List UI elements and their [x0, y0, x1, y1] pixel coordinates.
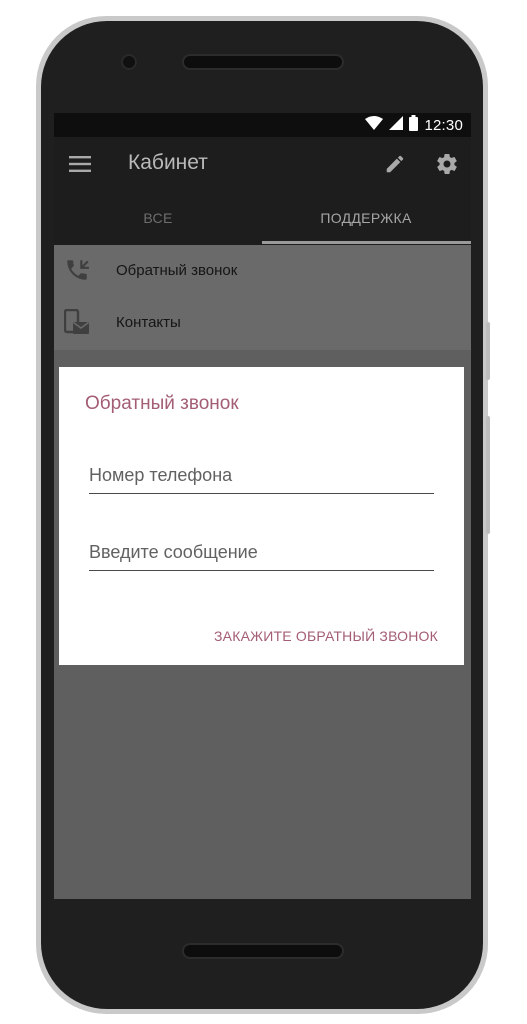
tab-all-label: ВСЕ: [143, 210, 173, 226]
phone-callback-icon: [64, 257, 90, 285]
volume-button: [486, 416, 490, 534]
support-list: Обратный звонок Контакты: [54, 245, 471, 350]
phone-field: [89, 459, 434, 494]
signal-icon: [389, 115, 404, 135]
callback-dialog: Обратный звонок ЗАКАЖИТЕ ОБРАТНЫЙ ЗВОНОК: [59, 367, 464, 665]
edit-icon[interactable]: [383, 152, 407, 176]
tab-support[interactable]: ПОДДЕРЖКА: [262, 191, 470, 245]
power-button: [486, 322, 490, 380]
battery-icon: [409, 114, 419, 136]
phone-input[interactable]: [89, 459, 434, 491]
status-time: 12:30: [424, 116, 463, 134]
screen: 12:30 Кабинет ВСЕ ПОДДЕРЖКА Обратный зво…: [54, 113, 471, 899]
list-item-label: Контакты: [116, 314, 181, 331]
message-input[interactable]: [89, 536, 434, 568]
list-item-label: Обратный звонок: [116, 262, 238, 279]
wifi-icon: [365, 115, 384, 135]
settings-icon[interactable]: [434, 151, 460, 177]
message-field: [89, 536, 434, 571]
tab-support-label: ПОДДЕРЖКА: [320, 210, 412, 226]
list-item-callback[interactable]: Обратный звонок: [54, 245, 471, 297]
order-callback-button[interactable]: ЗАКАЖИТЕ ОБРАТНЫЙ ЗВОНОК: [214, 628, 438, 644]
app-bar: Кабинет: [54, 137, 471, 191]
bottom-speaker: [184, 945, 342, 957]
list-item-contacts[interactable]: Контакты: [54, 297, 471, 349]
tab-all[interactable]: ВСЕ: [54, 191, 262, 245]
menu-icon[interactable]: [68, 152, 92, 176]
dialog-title: Обратный звонок: [85, 393, 239, 414]
top-speaker: [184, 56, 342, 68]
status-bar: 12:30: [54, 113, 471, 137]
tab-indicator: [262, 241, 471, 244]
tab-bar: ВСЕ ПОДДЕРЖКА: [54, 191, 471, 245]
front-camera: [121, 54, 137, 70]
page-title: Кабинет: [128, 151, 208, 174]
status-icons: 12:30: [365, 114, 463, 136]
contact-mail-icon: [63, 308, 90, 337]
